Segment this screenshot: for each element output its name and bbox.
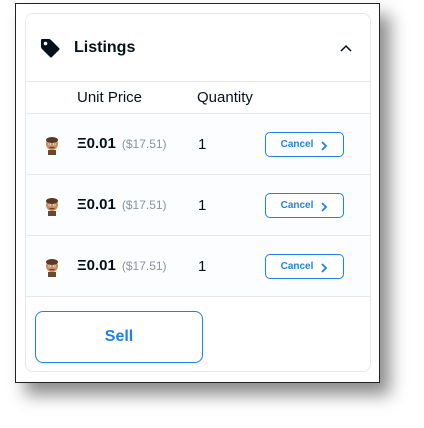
cancel-label: Cancel — [280, 200, 314, 211]
cancel-label: Cancel — [280, 261, 314, 272]
eth-price: Ξ0.01 — [77, 257, 116, 274]
chevron-right-icon — [320, 139, 328, 151]
quantity-column-header: Quantity — [197, 89, 253, 106]
chevron-right-icon — [320, 261, 328, 273]
listing-row: Ξ0.01 ($17.51) 1 Cancel — [26, 236, 370, 297]
unit-price: Ξ0.01 ($17.51) — [77, 196, 167, 213]
usd-price: ($17.51) — [121, 259, 167, 273]
usd-price: ($17.51) — [121, 137, 167, 151]
tag-icon — [39, 37, 61, 59]
avatar — [42, 135, 62, 155]
avatar — [42, 257, 62, 277]
sell-label: Sell — [104, 328, 134, 345]
listing-row: Ξ0.01 ($17.51) 1 Cancel — [26, 175, 370, 236]
cancel-button[interactable]: Cancel — [265, 193, 344, 218]
eth-price: Ξ0.01 — [77, 135, 116, 152]
quantity-value: 1 — [198, 258, 207, 275]
sell-button[interactable]: Sell — [35, 311, 203, 363]
unit-price: Ξ0.01 ($17.51) — [77, 257, 167, 274]
avatar — [42, 196, 62, 216]
cancel-button[interactable]: Cancel — [265, 254, 344, 279]
eth-price: Ξ0.01 — [77, 196, 116, 213]
listings-title: Listings — [74, 38, 136, 56]
unit-price-column-header: Unit Price — [77, 89, 143, 106]
listings-panel: Listings Unit Price Quantity Ξ0.01 ($17.… — [25, 13, 371, 372]
quantity-value: 1 — [198, 197, 207, 214]
listing-row: Ξ0.01 ($17.51) 1 Cancel — [26, 114, 370, 175]
quantity-value: 1 — [198, 136, 207, 153]
listings-header[interactable]: Listings — [26, 14, 370, 82]
usd-price: ($17.51) — [121, 198, 167, 212]
cancel-button[interactable]: Cancel — [265, 132, 344, 157]
chevron-right-icon — [320, 200, 328, 212]
listings-column-header: Unit Price Quantity — [26, 82, 370, 114]
cancel-label: Cancel — [280, 139, 314, 150]
unit-price: Ξ0.01 ($17.51) — [77, 135, 167, 152]
screenshot-frame: Listings Unit Price Quantity Ξ0.01 ($17.… — [15, 3, 380, 383]
chevron-up-icon[interactable] — [338, 40, 354, 56]
